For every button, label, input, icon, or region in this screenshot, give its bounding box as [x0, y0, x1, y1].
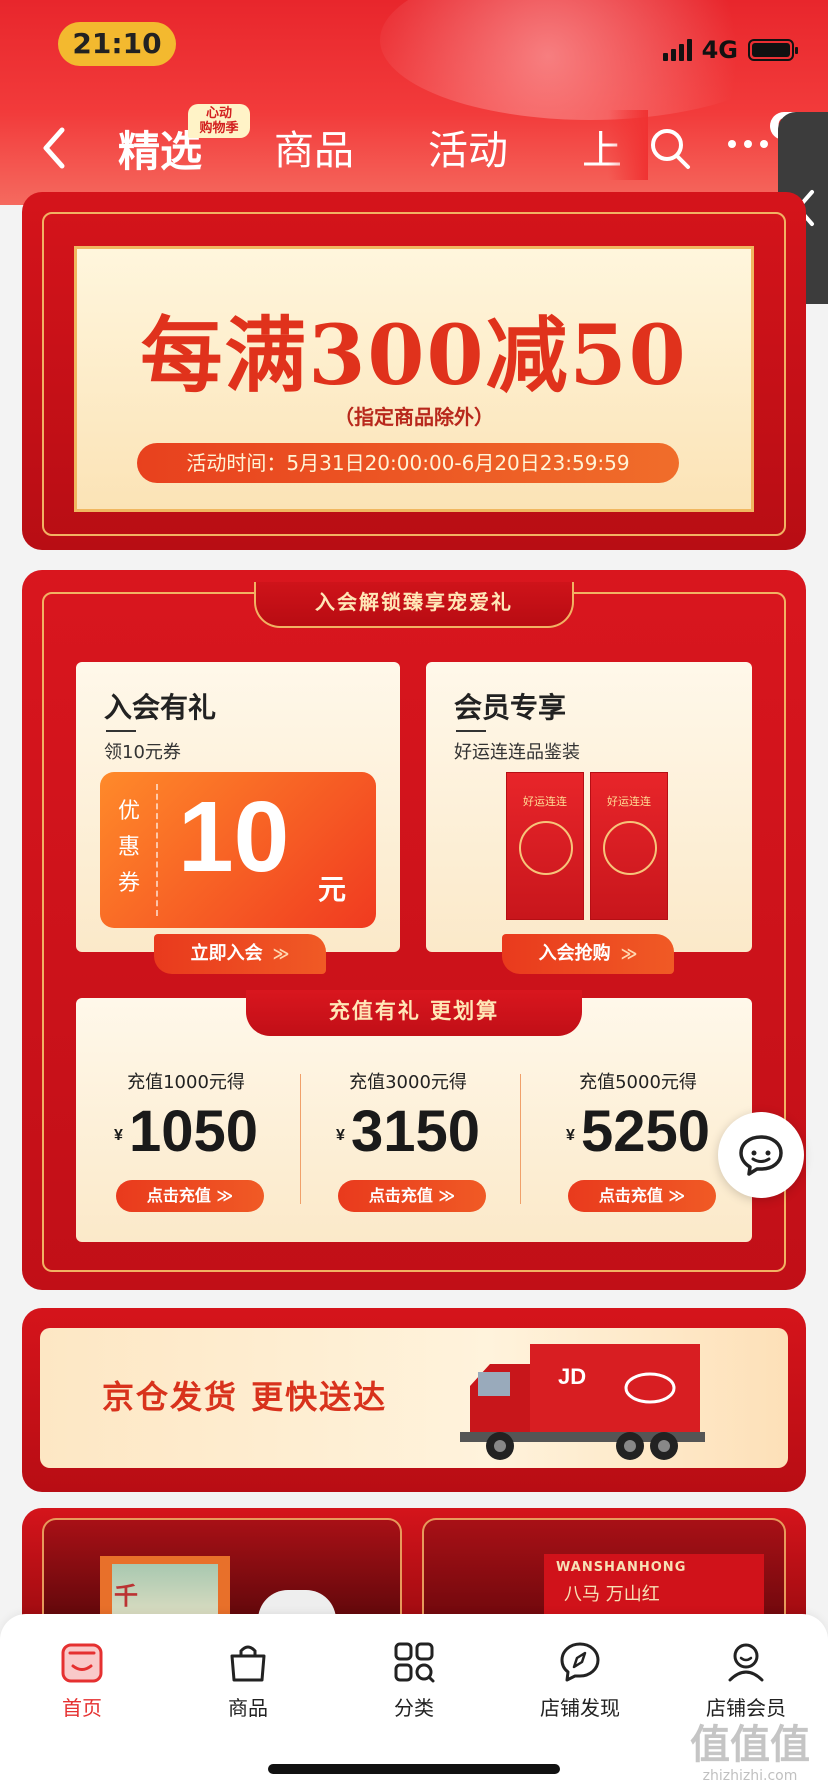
delivery-banner[interactable]: 京仓发货 更快送达 JD	[22, 1308, 806, 1492]
join-gift-title: 入会有礼	[104, 691, 217, 724]
status-indicators: 4G	[662, 36, 798, 64]
join-gift-desc: 领10元券	[104, 742, 181, 763]
tab-member[interactable]: 店铺会员	[666, 1626, 826, 1726]
chat-icon	[739, 1135, 783, 1176]
customer-service-button[interactable]	[718, 1112, 804, 1198]
tab-products-bottom[interactable]: 商品	[168, 1626, 328, 1726]
chevron-left-icon	[43, 127, 65, 169]
member-exclusive-title: 会员专享	[454, 691, 567, 724]
recharge-button[interactable]: 点击充值 ≫	[568, 1180, 716, 1212]
coupon[interactable]: 优惠券 10 元	[100, 772, 376, 928]
membership-card: 入会解锁臻享宠爱礼 入会有礼 领10元券 优惠券 10 元 立即入会 ≫ 会员专享…	[22, 570, 806, 1290]
recharge-option: 充值1000元得 ¥1050 点击充值 ≫	[76, 1068, 296, 1218]
join-gift-card[interactable]: 入会有礼 领10元券 优惠券 10 元	[76, 662, 400, 952]
recharge-amount: ¥3150	[336, 1099, 480, 1164]
more-button[interactable]	[726, 122, 776, 162]
delivery-text: 京仓发货 更快送达	[102, 1378, 388, 1416]
recharge-panel: 充值有礼 更划算 充值1000元得 ¥1050 点击充值 ≫ 充值3000元得 …	[76, 990, 752, 1242]
coupon-label: 优惠券	[117, 799, 140, 896]
member-exclusive-card[interactable]: 会员专享 好运连连品鉴装 好运连连 好运连连	[426, 662, 752, 952]
tab-badge: 心动 购物季	[188, 104, 250, 138]
tabs-fade	[608, 110, 648, 180]
promo-title: 每满300减50	[140, 308, 688, 404]
recharge-option: 充值3000元得 ¥3150 点击充值 ≫	[298, 1068, 518, 1218]
tab-home[interactable]: 首页	[2, 1626, 162, 1726]
search-icon	[651, 129, 690, 169]
bag-icon	[230, 1645, 266, 1682]
product-section: 千 WANSHANHONG 八马 万山红	[22, 1508, 806, 1630]
promo-banner: 每满300减50 （指定商品除外） 活动时间：5月31日20:00:00-6月2…	[74, 246, 754, 512]
product-card[interactable]: WANSHANHONG 八马 万山红	[422, 1518, 786, 1630]
coupon-unit: 元	[318, 873, 347, 906]
member-buy-button[interactable]: 入会抢购 ≫	[502, 934, 674, 974]
recharge-amount: ¥1050	[114, 1099, 258, 1164]
membership-ribbon: 入会解锁臻享宠爱礼	[254, 582, 574, 628]
recharge-caption: 充值1000元得	[127, 1072, 245, 1093]
recharge-button[interactable]: 点击充值 ≫	[116, 1180, 264, 1212]
recharge-caption: 充值5000元得	[579, 1072, 697, 1093]
recharge-button[interactable]: 点击充值 ≫	[338, 1180, 486, 1212]
battery-icon	[748, 39, 798, 61]
recharge-option: 充值5000元得 ¥5250 点击充值 ≫	[528, 1068, 748, 1218]
recharge-ribbon: 充值有礼 更划算	[246, 990, 582, 1036]
back-button[interactable]	[38, 124, 78, 172]
more-icon	[728, 140, 768, 148]
discover-icon	[560, 1642, 600, 1682]
svg-text:JD: JD	[558, 1364, 586, 1389]
watermark-url: zhizhizhi.com	[702, 1768, 798, 1784]
tab-activities[interactable]: 活动	[428, 118, 508, 176]
tab-discover[interactable]: 店铺发现	[500, 1626, 660, 1726]
member-icon	[728, 1643, 764, 1682]
network-label: 4G	[701, 36, 738, 64]
recharge-amount: ¥5250	[566, 1099, 710, 1164]
tab-category[interactable]: 分类	[334, 1626, 494, 1726]
category-icon	[394, 1642, 435, 1683]
recharge-caption: 充值3000元得	[349, 1072, 467, 1093]
signal-icon	[662, 39, 692, 61]
home-indicator[interactable]	[268, 1764, 560, 1774]
promo-card[interactable]: 每满300减50 （指定商品除外） 活动时间：5月31日20:00:00-6月2…	[22, 192, 806, 550]
search-button[interactable]	[648, 126, 692, 170]
product-card[interactable]: 千	[42, 1518, 402, 1630]
product-image: 好运连连 好运连连	[506, 772, 670, 922]
status-time: 21:10	[58, 22, 176, 66]
join-now-button[interactable]: 立即入会 ≫	[154, 934, 326, 974]
truck-icon: JD	[460, 1344, 705, 1460]
home-icon	[61, 1643, 103, 1683]
coupon-value: 10	[178, 781, 290, 893]
promo-time: 活动时间：5月31日20:00:00-6月20日23:59:59	[137, 443, 679, 483]
watermark: 值值值	[690, 1722, 810, 1768]
tab-products[interactable]: 商品	[274, 118, 354, 176]
member-exclusive-desc: 好运连连品鉴装	[454, 742, 580, 763]
promo-subtitle: （指定商品除外）	[334, 405, 494, 429]
